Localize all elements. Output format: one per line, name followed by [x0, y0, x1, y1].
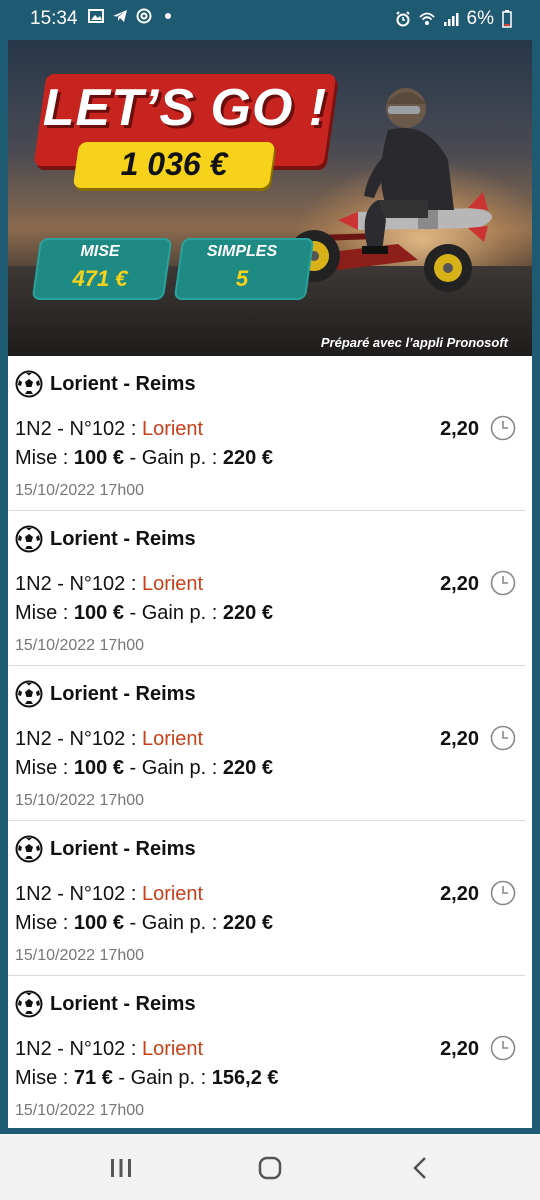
stake-line: Mise : 71 € - Gain p. : 156,2 €: [15, 1067, 279, 1090]
gain-prefix: - Gain p. :: [123, 912, 223, 934]
battery-icon: [502, 10, 512, 28]
gain-prefix: - Gain p. :: [112, 1067, 212, 1089]
bet-pick: Lorient: [141, 883, 204, 905]
match-title: Lorient - Reims: [50, 528, 196, 550]
total-amount: 1 036 €: [120, 146, 228, 182]
stake-amount: 71 €: [73, 1067, 113, 1089]
bet-type: 1N2 - N°102 : Lorient: [15, 418, 203, 441]
telegram-icon: [113, 10, 127, 22]
bet-pick: Lorient: [141, 418, 204, 440]
list-item[interactable]: Lorient - Reims 1N2 - N°102 : Lorient 2,…: [8, 666, 525, 821]
stake-amount: 100 €: [73, 602, 124, 624]
match-date: 15/10/2022 17h00: [15, 637, 145, 654]
match-title: Lorient - Reims: [50, 683, 196, 705]
football-icon: [15, 835, 43, 863]
gain-prefix: - Gain p. :: [123, 602, 223, 624]
bet-type: 1N2 - N°102 : Lorient: [15, 573, 203, 596]
bet-type: 1N2 - N°102 : Lorient: [15, 728, 203, 751]
gain-amount: 220 €: [222, 757, 273, 779]
bet-prefix: 1N2 - N°102 :: [15, 728, 142, 750]
bet-odds: 2,20: [440, 573, 479, 595]
signal-icon: [443, 13, 459, 26]
bet-list: Lorient - Reims 1N2 - N°102 : Lorient 2,…: [8, 356, 532, 1128]
bet-odds: 2,20: [440, 418, 479, 440]
stake-amount: 100 €: [73, 912, 124, 934]
gain-amount: 156,2 €: [211, 1067, 279, 1089]
stake-label: MISE: [80, 243, 120, 260]
list-item[interactable]: Lorient - Reims 1N2 - N°102 : Lorient 2,…: [8, 511, 525, 666]
bet-pick: Lorient: [141, 1038, 204, 1060]
clock-icon[interactable]: [490, 1035, 516, 1061]
stake-prefix: Mise :: [15, 912, 74, 934]
back-icon[interactable]: [406, 1154, 436, 1182]
clock-icon[interactable]: [490, 725, 516, 751]
stake-amount: 100 €: [73, 447, 124, 469]
match-date: 15/10/2022 17h00: [15, 482, 145, 499]
gain-prefix: - Gain p. :: [123, 757, 223, 779]
image-icon: [88, 9, 104, 23]
stake-prefix: Mise :: [15, 757, 74, 779]
credit-text: Préparé avec l’appli Pronosoft: [320, 335, 508, 350]
bet-pick: Lorient: [141, 728, 204, 750]
dot-icon: [165, 13, 171, 19]
match-title: Lorient - Reims: [50, 993, 196, 1015]
bet-pick: Lorient: [141, 573, 204, 595]
bet-odds: 2,20: [440, 728, 479, 750]
stake-prefix: Mise :: [15, 1067, 74, 1089]
battery-percent: 6%: [466, 8, 494, 29]
simples-label: SIMPLES: [206, 243, 278, 260]
bet-type: 1N2 - N°102 : Lorient: [15, 1038, 203, 1061]
banner: LET’S GO ! 1 036 € MISE 471 € SIMPLES 5 …: [8, 40, 532, 356]
bet-prefix: 1N2 - N°102 :: [15, 1038, 142, 1060]
football-icon: [15, 370, 43, 398]
at-icon: [136, 8, 152, 24]
football-icon: [15, 990, 43, 1018]
list-item[interactable]: Lorient - Reims 1N2 - N°102 : Lorient 2,…: [8, 976, 525, 1128]
match-title: Lorient - Reims: [50, 838, 196, 860]
football-icon: [15, 525, 43, 553]
gain-amount: 220 €: [222, 447, 273, 469]
bet-odds: 2,20: [440, 883, 479, 905]
status-right-icons: 6%: [395, 8, 512, 30]
bet-odds: 2,20: [440, 1038, 479, 1060]
clock-icon[interactable]: [490, 880, 516, 906]
bet-slip-card: LET’S GO ! 1 036 € MISE 471 € SIMPLES 5 …: [8, 40, 532, 1128]
stake-prefix: Mise :: [15, 602, 74, 624]
match-date: 15/10/2022 17h00: [15, 792, 145, 809]
gain-amount: 220 €: [222, 912, 273, 934]
gain-prefix: - Gain p. :: [123, 447, 223, 469]
gain-amount: 220 €: [222, 602, 273, 624]
clock-icon[interactable]: [490, 415, 516, 441]
recent-apps-icon[interactable]: [106, 1154, 136, 1182]
stake-amount: 100 €: [73, 757, 124, 779]
stake-line: Mise : 100 € - Gain p. : 220 €: [15, 602, 273, 625]
match-date: 15/10/2022 17h00: [15, 1102, 145, 1119]
football-icon: [15, 680, 43, 708]
alarm-icon: [395, 11, 410, 27]
stake-value: 471 €: [72, 266, 128, 291]
headline: LET’S GO !: [42, 79, 328, 137]
bet-prefix: 1N2 - N°102 :: [15, 573, 142, 595]
stake-line: Mise : 100 € - Gain p. : 220 €: [15, 912, 273, 935]
stake-line: Mise : 100 € - Gain p. : 220 €: [15, 447, 273, 470]
stake-line: Mise : 100 € - Gain p. : 220 €: [15, 757, 273, 780]
wifi-icon: [418, 12, 435, 25]
bet-type: 1N2 - N°102 : Lorient: [15, 883, 203, 906]
home-icon[interactable]: [255, 1154, 285, 1182]
bet-prefix: 1N2 - N°102 :: [15, 418, 142, 440]
match-date: 15/10/2022 17h00: [15, 947, 145, 964]
clock-icon[interactable]: [490, 570, 516, 596]
simples-value: 5: [235, 266, 249, 291]
list-item[interactable]: Lorient - Reims 1N2 - N°102 : Lorient 2,…: [8, 821, 525, 976]
status-bar: 15:34 6%: [0, 0, 540, 36]
bet-prefix: 1N2 - N°102 :: [15, 883, 142, 905]
stake-prefix: Mise :: [15, 447, 74, 469]
status-time: 15:34: [30, 8, 78, 29]
list-item[interactable]: Lorient - Reims 1N2 - N°102 : Lorient 2,…: [8, 356, 525, 511]
navigation-bar: [0, 1134, 540, 1200]
status-left-icons: [88, 8, 176, 24]
match-title: Lorient - Reims: [50, 373, 196, 395]
